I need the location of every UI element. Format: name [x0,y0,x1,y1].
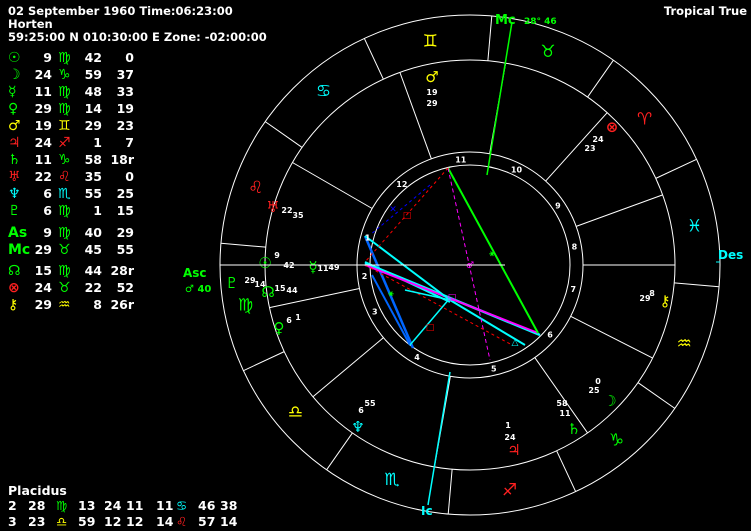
planet-degree-label: 22 [281,206,292,215]
planet-minute-label: 44 [286,286,298,295]
planet-degree-label: 0 [595,377,601,386]
sign-divider [637,382,676,409]
aspect-mark: ♂ [466,261,474,271]
planet-minute-label: 25 [588,386,600,395]
zodiac-sign-glyph: ♈ [637,109,652,129]
zodiac-sign-glyph: ♎ [288,403,303,423]
zodiac-sign-glyph: ♊ [423,31,438,51]
planet-minute-label: 11 [559,409,571,418]
planet-degree-label: 1 [505,421,511,430]
planet-minute-label: 29 [639,294,651,303]
aspect-line [409,297,451,346]
house-cusp-line [576,194,663,227]
mc-axis [486,21,513,176]
sign-divider [674,282,720,288]
ic-label: Ic [421,504,433,518]
zodiac-sign-glyph: ♉ [540,42,555,62]
house-number: 4 [414,353,420,362]
house-number: 3 [372,307,378,316]
sign-divider [220,242,266,248]
planet-marker: ☉ [258,254,271,272]
house-number: 8 [572,243,578,252]
planet-minute-label: 23 [584,144,595,153]
planet-marker: ♆ [351,418,364,436]
natal-chart-wheel: □✕♂□□⚹⚹△ ♊♉♈♓♒♑♐♏♎♍♌♋109876543211211♂192… [183,13,743,518]
zodiac-sign-glyph: ♋ [316,81,331,101]
planet-degree-label: 15 [274,284,286,293]
des-label: Des [718,248,743,262]
house-cusp-line [312,337,384,398]
planet-marker: ♀ [274,319,285,337]
zodiac-sign-glyph: ♌ [248,178,263,198]
aspect-line [371,274,411,346]
sign-divider [556,450,577,492]
house-number: 1 [365,234,371,243]
aspect-mark: □ [403,211,412,221]
planet-marker: ♄ [567,420,580,438]
sign-divider [326,432,353,471]
aspect-mark: ⚹ [388,289,394,299]
planet-marker: ♃ [507,441,520,459]
aspect-mark: △ [512,338,519,348]
aspect-mark: □ [448,293,457,303]
planet-degree-label: 6 [286,316,292,325]
mc-label: Mc [495,13,516,28]
house-cusp-line [570,315,653,359]
planet-minute-label: 55 [364,399,376,408]
mc-sub-label: 28° 46 [524,17,557,27]
house-number: 6 [547,331,553,340]
sign-divider [487,15,493,61]
aspect-mark: ⚹ [489,249,495,259]
aspect-lines: □ ✕ ♂ □ □ ⚹ ⚹ △ [363,167,541,361]
planet-minute-label: 24 [504,433,516,442]
house-cusp-line [545,112,608,182]
zodiac-sign-glyph: ♒ [677,334,692,354]
asc-sub-label: ♂ 40 [185,284,211,295]
planet-marker: ☽ [603,392,616,410]
sign-divider [264,121,303,148]
planet-marker: ♂ [425,68,438,86]
planet-minute-label: 1 [295,313,301,322]
sign-divider [243,351,285,372]
planet-marker: ⚷ [660,292,671,310]
zodiac-sign-glyph: ♑ [609,431,624,451]
zodiac-sign-glyph: ♐ [502,481,517,501]
house-cusp-line [292,162,373,209]
zodiac-sign-glyph: ♏ [384,470,399,490]
sign-divider [655,158,697,179]
house-number: 2 [362,272,368,281]
house-number: 9 [555,202,561,211]
asc-label: Asc [183,266,207,280]
house-number: 5 [491,364,497,373]
aspect-mark: ✕ [389,205,397,215]
planet-degree-label: 24 [592,135,604,144]
planet-minute-label: 35 [292,211,304,220]
planet-degree-label: 58 [556,399,568,408]
planet-marker: ♇ [225,274,238,292]
sign-divider [363,38,384,80]
house-number: 12 [396,180,407,189]
house-number: 10 [511,166,523,175]
planet-degree-label: 19 [426,88,438,97]
house-number: 7 [570,285,576,294]
aspect-mark: □ [426,323,435,333]
planet-minute-label: 14 [254,280,266,289]
zodiac-sign-glyph: ♓ [687,216,702,236]
planet-degree-label: 9 [274,251,280,260]
wheel-glyphs: ♊♉♈♓♒♑♐♏♎♍♌♋109876543211211♂1929⊗2423♅ 22… [225,31,702,500]
planet-marker: ⊗ [606,118,619,136]
ic-axis [427,371,451,506]
aspect-line [364,264,513,346]
planet-marker: ♅ [266,198,279,216]
planet-minute-label: 29 [426,99,438,108]
planet-marker: ☿ [308,258,317,276]
planet-degree-label: 6 [358,406,364,415]
planet-minute-label: 49 [328,263,340,272]
aspect-line [369,184,431,236]
zodiac-sign-glyph: ♍ [238,296,253,316]
sign-divider [447,469,453,515]
house-number: 11 [455,155,467,164]
sign-divider [587,59,614,98]
